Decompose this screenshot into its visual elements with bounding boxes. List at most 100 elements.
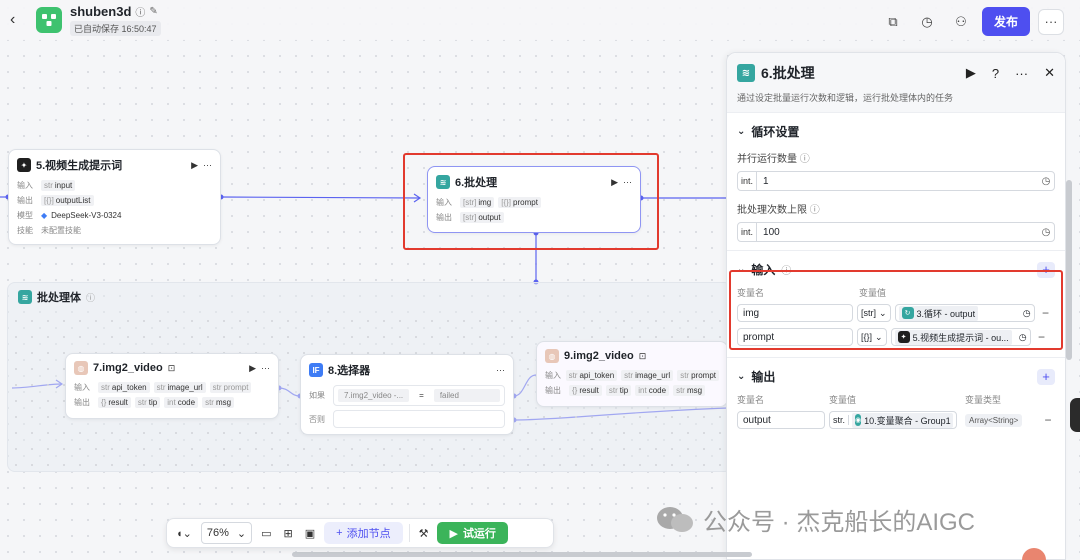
more-menu-icon[interactable]: ··· [1038,8,1064,35]
collaborators-icon[interactable]: ⚇ [948,9,974,35]
column-header: 变量名 [737,288,765,298]
layers-icon: ≋ [737,64,755,82]
output-tag: str tip [605,385,632,396]
autosave-badge: 已自动保存 16:50:47 [70,21,161,36]
panel-description: 通过设定批量运行次数和逻辑，运行批处理体内的任务 [737,93,954,103]
frame-title: 批处理体 [37,292,81,304]
history-icon[interactable]: ◷ [914,9,940,35]
if-icon: IF [309,363,323,377]
loop-section-header[interactable]: ⌄ 循环设置 [727,113,1065,146]
info-icon[interactable]: ⓘ [135,4,145,19]
node-img2video-9[interactable]: ◍ 9.img2_video ⊡ 输入 str api_token str imag… [536,341,728,407]
chevron-down-icon: ⌄ [875,331,883,342]
panel-scrollbar[interactable] [1066,180,1072,360]
more-icon[interactable]: ··· [203,160,212,170]
info-icon: ⓘ [809,205,820,216]
openai-icon: ✦ [17,158,31,172]
condition-box[interactable]: 7.img2_video -... = failed [333,385,505,406]
node-batch[interactable]: ≋ 6.批处理 ▶ ··· 输入 [str] img [{}] prompt 输出 … [427,166,641,233]
remove-input-button[interactable]: − [1035,330,1049,344]
input-tag: [str] img [460,197,495,208]
close-icon[interactable]: ✕ [1044,65,1055,81]
parallel-label: 并行运行数量 [737,154,797,165]
input-row: img [str] ⌄ ↻ 3.循环 - output ◷ − [727,301,1065,325]
remove-input-button[interactable]: − [1039,306,1053,320]
input-tag: str image_url [621,370,674,381]
input-label: 输入 [545,371,561,380]
watermark: 公众号 · 杰克船长的AIGC [655,502,975,537]
panel-title: 6.批处理 [761,65,815,81]
output-tag: {} result [569,385,602,396]
debug-tool-icon[interactable]: ⚒ [416,522,432,544]
remove-output-button[interactable]: − [1041,413,1055,427]
node-prompt-generator[interactable]: ✦ 5.视频生成提示词 ▶ ··· 输入 str input 输出 [{}] outpu… [8,149,221,245]
output-tag: [{}] outputList [41,195,94,206]
mouse-mode-icon[interactable]: ◖⌄ [173,522,195,544]
input-row: prompt [{}] ⌄ ✦ 5.视频生成提示词 - ou... ◷ − [727,325,1065,349]
model-label: 模型 [17,211,33,220]
variable-name-input[interactable]: img [737,304,853,322]
section-title: 循环设置 [751,125,800,139]
edit-icon[interactable]: ✎ [149,6,157,17]
chevron-down-icon: ⌄ [737,371,746,382]
skill-label: 技能 [17,226,33,235]
type-select[interactable]: [str] ⌄ [857,304,891,322]
test-run-button[interactable]: ▶ 试运行 [437,522,508,544]
openai-icon: ✦ [897,331,910,343]
comment-icon[interactable]: ▭ [258,522,274,544]
canvas-scrollbar[interactable] [292,552,752,557]
variable-reference[interactable]: str. ◉ 10.变量聚合 - Group1 [829,411,957,429]
more-icon[interactable]: ··· [496,365,505,375]
minimap-icon[interactable]: ▣ [302,522,318,544]
info-icon: ⓘ [781,266,792,277]
avatar-icon: ◍ [545,349,559,363]
clock-icon[interactable]: ◷ [1038,227,1054,238]
play-icon[interactable]: ▶ [611,177,618,188]
publish-button[interactable]: 发布 [981,7,1030,36]
floating-side-button[interactable] [1070,398,1080,432]
condition-operator: = [419,391,424,400]
input-label: 输入 [17,181,33,190]
play-icon[interactable]: ▶ [966,65,976,81]
input-section-header[interactable]: ⌄ 输入 ⓘ + [727,251,1065,284]
layout-icon[interactable]: ⊞ [281,522,296,544]
copy-icon[interactable]: ⧉ [880,9,906,35]
type-label: int. [738,223,758,241]
variable-reference[interactable]: ↻ 3.循环 - output ◷ [894,304,1035,322]
add-node-button[interactable]: + 添加节点 [324,522,403,544]
avatar-icon: ◍ [74,361,88,375]
aggregate-icon: ◉ [855,414,862,426]
type-label: int. [738,172,758,190]
max-batch-input[interactable]: int. 100 ◷ [737,222,1055,242]
node-selector[interactable]: IF 8.选择器 ··· 如果 7.img2_video -... = fail… [300,354,514,435]
bottom-toolbar: ◖⌄ 76% ⌄ ▭ ⊞ ▣ + 添加节点 ⚒ ▶ 试运行 [166,518,554,548]
type-select[interactable]: [{}] ⌄ [857,328,887,346]
input-tag: str prompt [677,370,719,381]
add-input-button[interactable]: + [1037,261,1055,278]
play-icon[interactable]: ▶ [191,160,198,171]
output-tag: int code [635,385,670,396]
info-icon: ⓘ [799,154,810,165]
else-box[interactable] [333,410,505,428]
zoom-select[interactable]: 76% ⌄ [200,522,253,544]
loop-icon: ↻ [901,307,914,319]
variable-reference[interactable]: ✦ 5.视频生成提示词 - ou... ◷ [890,328,1031,346]
add-output-button[interactable]: + [1037,368,1055,385]
back-arrow-icon[interactable]: ‹ [10,11,26,29]
help-icon[interactable]: ? [992,66,999,81]
column-header: 变量值 [829,395,857,405]
section-title: 输入 [751,263,776,277]
more-icon[interactable]: ··· [623,177,632,187]
parallel-count-input[interactable]: int. 1 ◷ [737,171,1055,191]
node-img2video-7[interactable]: ◍ 7.img2_video ⊡ ▶ ··· 输入 str api_token s… [65,353,279,419]
more-icon[interactable]: ··· [261,363,270,373]
more-icon[interactable]: ··· [1015,66,1028,81]
variable-name-input[interactable]: output [737,411,825,429]
variable-name-input[interactable]: prompt [737,328,853,346]
clock-icon[interactable]: ◷ [1038,176,1054,187]
output-label: 输出 [545,386,561,395]
max-batch-label: 批处理次数上限 [737,205,807,216]
plugin-icon: ⊡ [638,350,647,361]
play-icon[interactable]: ▶ [249,363,256,374]
output-section-header[interactable]: ⌄ 输出 + [727,358,1065,391]
